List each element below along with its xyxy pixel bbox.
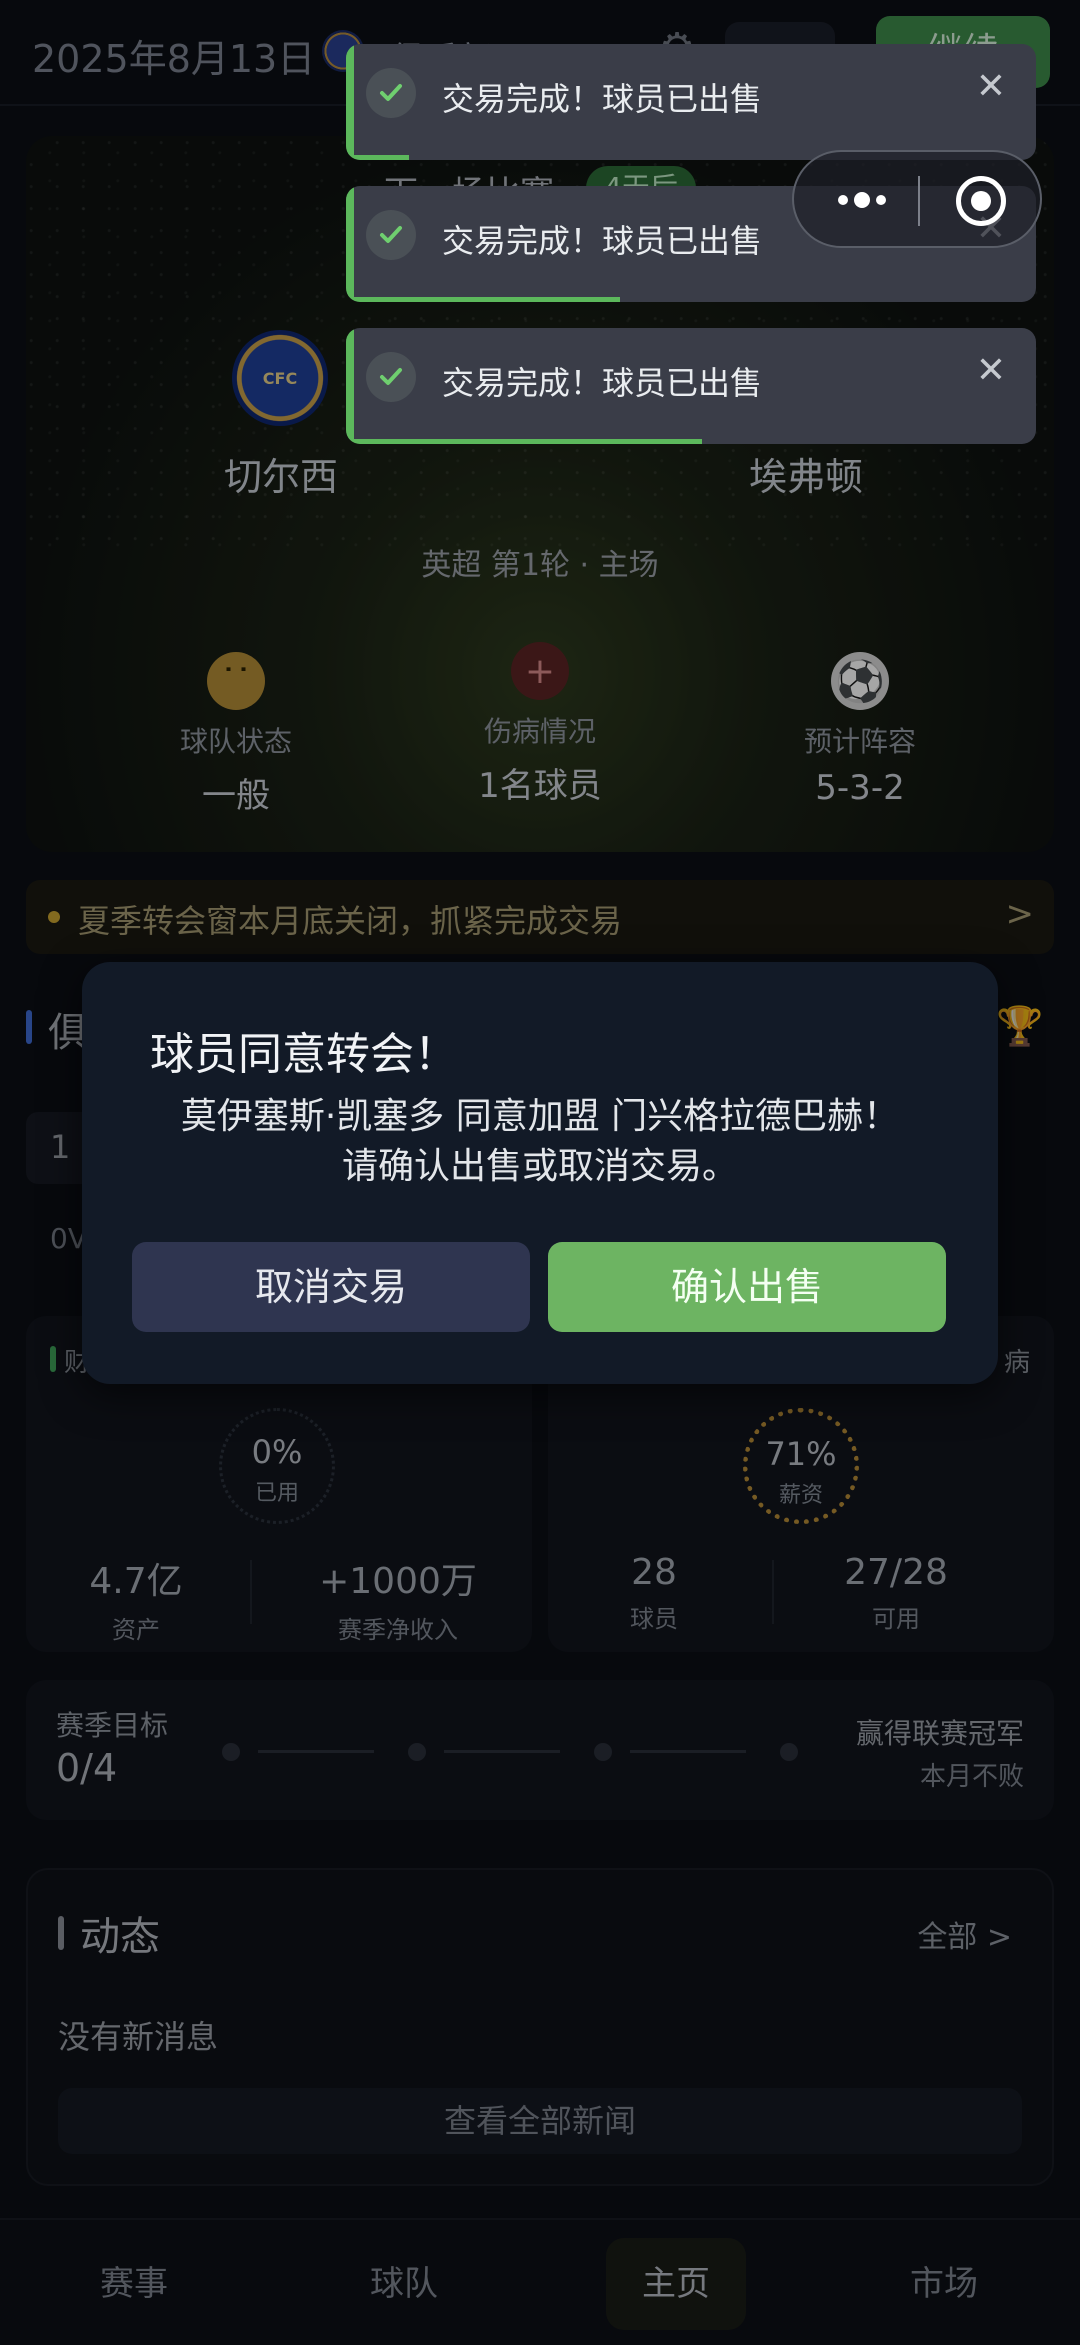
more-options-icon[interactable] — [822, 174, 902, 226]
dialog-body: 莫伊塞斯·凯塞多 同意加盟 门兴格拉德巴赫！ 请确认出售或取消交易。 — [82, 1092, 998, 1192]
toast-progress — [354, 297, 620, 302]
close-icon[interactable]: ✕ — [976, 350, 1006, 391]
confirm-sale-button[interactable]: 确认出售 — [548, 1242, 946, 1332]
toast-progress — [354, 439, 702, 444]
check-icon — [366, 210, 416, 260]
dialog-body-line: 莫伊塞斯·凯塞多 同意加盟 门兴格拉德巴赫！ — [180, 1096, 900, 1137]
toast-accent — [346, 186, 354, 302]
toast-accent — [346, 44, 354, 160]
capsule-divider — [918, 176, 920, 226]
close-miniprogram-icon[interactable] — [956, 176, 1006, 226]
toast-notification: 交易完成！球员已出售 ✕ — [346, 44, 1036, 160]
toast-accent — [346, 328, 354, 444]
check-icon — [366, 68, 416, 118]
toast-message: 交易完成！球员已出售 — [442, 80, 763, 118]
toast-message: 交易完成！球员已出售 — [442, 364, 763, 402]
cancel-transfer-button[interactable]: 取消交易 — [132, 1242, 530, 1332]
dialog-title: 球员同意转会！ — [150, 1029, 458, 1080]
toast-message: 交易完成！球员已出售 — [442, 222, 763, 260]
transfer-confirm-dialog: 球员同意转会！ 莫伊塞斯·凯塞多 同意加盟 门兴格拉德巴赫！ 请确认出售或取消交… — [82, 962, 998, 1384]
close-icon[interactable]: ✕ — [976, 66, 1006, 107]
miniprogram-capsule — [792, 150, 1042, 248]
check-icon — [366, 352, 416, 402]
dialog-body-line: 请确认出售或取消交易。 — [341, 1146, 738, 1187]
toast-progress — [354, 155, 409, 160]
toast-notification: 交易完成！球员已出售 ✕ — [346, 328, 1036, 444]
